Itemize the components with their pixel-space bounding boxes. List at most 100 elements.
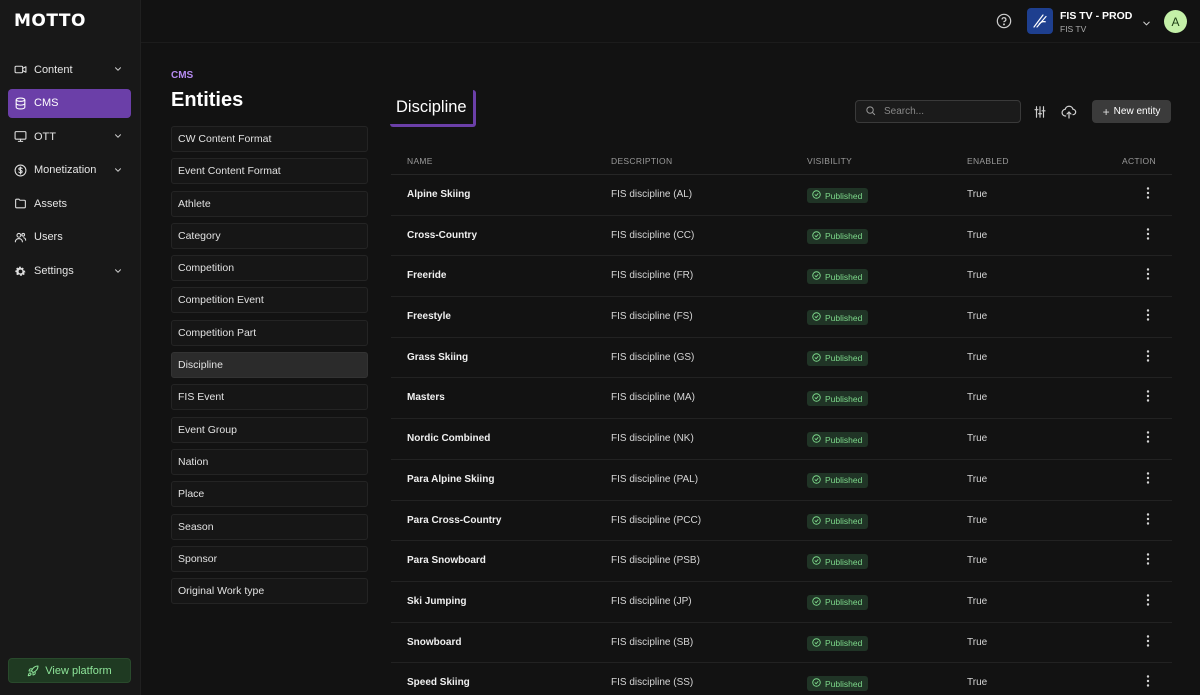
- table-row[interactable]: Freeride FIS discipline (FR) Published True: [391, 256, 1172, 298]
- search-box[interactable]: [855, 100, 1021, 123]
- sidebar-item-cms[interactable]: CMS: [8, 88, 131, 118]
- row-name: Para Alpine Skiing: [407, 473, 495, 485]
- row-enabled: True: [967, 473, 988, 485]
- org-logo[interactable]: [1027, 8, 1053, 34]
- entity-list-item[interactable]: CW Content Format: [171, 126, 368, 152]
- row-description: FIS discipline (JP): [611, 595, 692, 607]
- more-vertical-icon[interactable]: [1143, 349, 1153, 363]
- entity-list-item[interactable]: Season: [171, 513, 368, 540]
- entity-list-item[interactable]: Event Content Format: [171, 158, 368, 185]
- more-vertical-icon[interactable]: [1143, 430, 1153, 444]
- status-label: Published: [825, 556, 863, 567]
- row-name: Grass Skiing: [407, 351, 469, 363]
- entity-list-item[interactable]: Place: [171, 481, 368, 508]
- sidebar-item-assets[interactable]: Assets: [8, 189, 131, 218]
- plus-icon: +: [1102, 104, 1110, 119]
- help-icon[interactable]: [996, 13, 1012, 29]
- org-name[interactable]: FIS TV - PROD: [1060, 10, 1132, 22]
- table-body: Alpine Skiing FIS discipline (AL) Publishe…: [391, 175, 1172, 695]
- more-vertical-icon[interactable]: [1143, 267, 1153, 281]
- status-badge: Published: [807, 432, 869, 448]
- row-name: Nordic Combined: [407, 433, 491, 445]
- more-vertical-icon[interactable]: [1143, 227, 1153, 241]
- chevron-down-icon[interactable]: [113, 131, 123, 141]
- more-vertical-icon[interactable]: [1143, 552, 1153, 566]
- database-icon: [14, 97, 27, 110]
- table-row[interactable]: Nordic Combined FIS discipline (NK) Publis…: [391, 419, 1172, 460]
- entity-list-item[interactable]: Competition: [171, 255, 368, 282]
- header-description[interactable]: DESCRIPTION: [611, 156, 672, 166]
- entity-list-item[interactable]: Sponsor: [171, 545, 368, 572]
- entity-list-item[interactable]: Competition Event: [171, 287, 368, 314]
- chevron-down-icon[interactable]: [1141, 16, 1152, 27]
- sidebar-item-users[interactable]: Users: [8, 223, 131, 252]
- header-enabled[interactable]: ENABLED: [967, 156, 1009, 166]
- table-row[interactable]: Masters FIS discipline (MA) Published True: [391, 378, 1172, 420]
- check-circle-icon: [812, 637, 825, 649]
- entity-list-item[interactable]: FIS Event: [171, 384, 368, 411]
- search-input[interactable]: [884, 106, 1014, 117]
- chevron-down-icon[interactable]: [113, 165, 123, 175]
- row-description: FIS discipline (PSB): [611, 555, 700, 567]
- new-entity-label: New entity: [1113, 106, 1161, 117]
- header-visibility[interactable]: VISIBILITY: [807, 156, 852, 166]
- row-enabled: True: [967, 270, 988, 282]
- table-row[interactable]: Para Cross-Country FIS discipline (PCC) Pu…: [391, 501, 1172, 542]
- app-logo[interactable]: MOTTO: [14, 11, 86, 31]
- table-row[interactable]: Speed Skiing FIS discipline (SS) Published…: [391, 663, 1172, 695]
- more-vertical-icon[interactable]: [1143, 471, 1153, 485]
- entity-list-item[interactable]: Competition Part: [171, 319, 368, 346]
- more-vertical-icon[interactable]: [1143, 512, 1153, 526]
- sidebar-item-label: Assets: [34, 197, 68, 210]
- folder-icon: [14, 197, 27, 210]
- chevron-down-icon[interactable]: [113, 64, 123, 74]
- entity-list-item[interactable]: Nation: [171, 448, 368, 475]
- view-platform-button[interactable]: View platform: [8, 658, 131, 683]
- row-description: FIS discipline (PCC): [611, 514, 702, 526]
- row-name: Alpine Skiing: [407, 189, 471, 200]
- table-row[interactable]: Ski Jumping FIS discipline (JP) Published T…: [391, 582, 1172, 623]
- row-enabled: True: [967, 351, 988, 363]
- entity-list-item[interactable]: Category: [171, 222, 368, 249]
- sidebar-item-content[interactable]: Content: [8, 55, 131, 84]
- sidebar-item-label: Monetization: [34, 164, 97, 177]
- cloud-upload-icon[interactable]: [1061, 104, 1077, 120]
- table-row[interactable]: Para Alpine Skiing FIS discipline (PAL) Pu…: [391, 460, 1172, 501]
- table-row[interactable]: Para Snowboard FIS discipline (PSB) Publis…: [391, 541, 1172, 582]
- row-enabled: True: [967, 595, 988, 607]
- table-row[interactable]: Freestyle FIS discipline (FS) Published Tru…: [391, 297, 1172, 338]
- more-vertical-icon[interactable]: [1143, 593, 1153, 607]
- entity-list-item[interactable]: Original Work type: [171, 578, 368, 605]
- header-name[interactable]: NAME: [407, 156, 433, 166]
- table-row[interactable]: Grass Skiing FIS discipline (GS) Published…: [391, 338, 1172, 379]
- table-row[interactable]: Cross-Country FIS discipline (CC) Publishe…: [391, 216, 1172, 257]
- chevron-down-icon[interactable]: [113, 266, 123, 276]
- row-enabled: True: [967, 392, 988, 404]
- sidebar-item-label: Settings: [34, 265, 74, 278]
- entity-list-item[interactable]: Athlete: [171, 190, 368, 217]
- more-vertical-icon[interactable]: [1143, 186, 1153, 200]
- avatar[interactable]: A: [1164, 10, 1187, 33]
- check-circle-icon: [812, 597, 825, 608]
- entity-list-item[interactable]: Discipline: [171, 352, 368, 379]
- sidebar-item-ott[interactable]: OTT: [8, 122, 131, 151]
- status-badge: Published: [807, 594, 869, 610]
- users-icon: [14, 231, 27, 244]
- new-entity-button[interactable]: + New entity: [1092, 100, 1171, 123]
- row-name: Para Cross-Country: [407, 514, 502, 526]
- filter-icon[interactable]: [1033, 105, 1047, 119]
- entity-list-item[interactable]: Event Group: [171, 416, 368, 443]
- more-vertical-icon[interactable]: [1143, 389, 1153, 403]
- check-circle-icon: [812, 230, 825, 242]
- more-vertical-icon[interactable]: [1143, 308, 1153, 322]
- entity-table: NAME DESCRIPTION VISIBILITY ENABLED ACTI…: [391, 150, 1172, 695]
- more-vertical-icon[interactable]: [1143, 674, 1153, 688]
- table-row[interactable]: Alpine Skiing FIS discipline (AL) Publishe…: [391, 175, 1172, 216]
- table-row[interactable]: Snowboard FIS discipline (SB) Published Tru…: [391, 623, 1172, 664]
- sidebar-item-settings[interactable]: Settings: [8, 257, 131, 286]
- row-enabled: True: [967, 433, 988, 445]
- more-vertical-icon[interactable]: [1143, 634, 1153, 648]
- sidebar-item-monetization[interactable]: Monetization: [8, 156, 131, 185]
- breadcrumb[interactable]: CMS: [171, 70, 193, 81]
- status-label: Published: [825, 190, 863, 201]
